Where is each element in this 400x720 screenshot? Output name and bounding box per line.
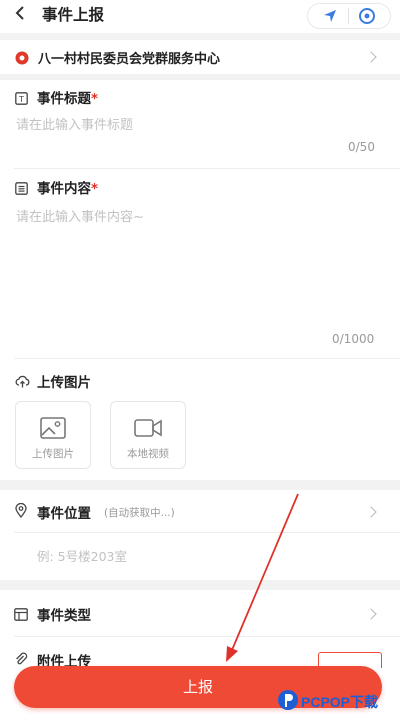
upload-section: 上传图片 上传图片 本地视频: [0, 360, 400, 480]
watermark: PCPOP下载: [276, 688, 398, 714]
org-selector[interactable]: 八一村村民委员会党群服务中心: [0, 40, 400, 74]
address-detail-input[interactable]: 例: 5号楼203室: [37, 546, 127, 565]
attachment-row[interactable]: 附件上传: [0, 638, 400, 668]
divider: [14, 636, 400, 637]
capsule-divider: [348, 8, 349, 24]
top-bar: 事件上报: [0, 0, 400, 30]
chevron-left-icon: [15, 6, 24, 20]
section-gap: [0, 480, 400, 490]
target-button[interactable]: [358, 7, 376, 25]
divider: [14, 358, 400, 359]
paperclip-icon: [14, 651, 28, 665]
svg-text:T: T: [18, 95, 24, 104]
section-gap: [0, 33, 400, 40]
chevron-right-icon: [365, 506, 377, 518]
upload-image-button[interactable]: 上传图片: [15, 401, 91, 469]
content-counter: 0/1000: [332, 332, 375, 346]
title-label-text: 事件标题: [37, 91, 91, 107]
video-camera-icon: [134, 419, 162, 437]
chevron-right-icon: [365, 51, 377, 63]
cloud-upload-icon: [15, 373, 30, 388]
title-counter: 0/50: [348, 140, 375, 154]
pcpop-logo: [278, 690, 298, 710]
grid-table-icon: [14, 606, 28, 621]
content-label-text: 事件内容: [37, 181, 91, 197]
header-capsule: [307, 3, 391, 29]
upload-image-caption: 上传图片: [32, 448, 74, 460]
content-textarea[interactable]: 请在此输入事件内容~: [16, 206, 376, 225]
location-status: (自动获取中...): [104, 507, 175, 519]
event-type-row[interactable]: 事件类型: [0, 590, 400, 636]
title-input[interactable]: 请在此输入事件标题: [16, 114, 376, 133]
image-icon: [40, 417, 66, 439]
watermark-text: PCPOP下载: [301, 694, 379, 710]
location-arrow-icon: [324, 10, 336, 22]
map-pin-icon: [15, 502, 27, 519]
event-type-label: 事件类型: [37, 608, 91, 624]
target-icon: [359, 8, 375, 24]
location-button[interactable]: [321, 7, 339, 25]
org-icon: [15, 50, 29, 65]
content-label: 事件内容*: [37, 177, 98, 197]
location-label: 事件位置: [37, 506, 91, 522]
title-label: 事件标题*: [37, 87, 98, 107]
title-icon: T: [15, 90, 28, 105]
upload-video-button[interactable]: 本地视频: [110, 401, 186, 469]
document-icon: [15, 180, 28, 195]
title-section: T 事件标题* 请在此输入事件标题 0/50: [0, 80, 400, 168]
required-mark: *: [91, 91, 99, 107]
required-mark: *: [91, 181, 99, 197]
chevron-right-icon: [365, 608, 377, 620]
location-section: 事件位置 (自动获取中...) 例: 5号楼203室: [0, 490, 400, 580]
back-button[interactable]: [12, 4, 30, 22]
content-section: 事件内容* 请在此输入事件内容~ 0/1000: [0, 170, 400, 358]
section-gap: [0, 580, 400, 590]
page-title: 事件上报: [42, 6, 105, 24]
divider: [14, 168, 400, 169]
location-row[interactable]: 事件位置 (自动获取中...): [0, 490, 400, 532]
divider: [14, 532, 400, 533]
org-name: 八一村村民委员会党群服务中心: [38, 52, 221, 67]
upload-video-caption: 本地视频: [127, 448, 169, 460]
upload-label: 上传图片: [37, 375, 91, 391]
